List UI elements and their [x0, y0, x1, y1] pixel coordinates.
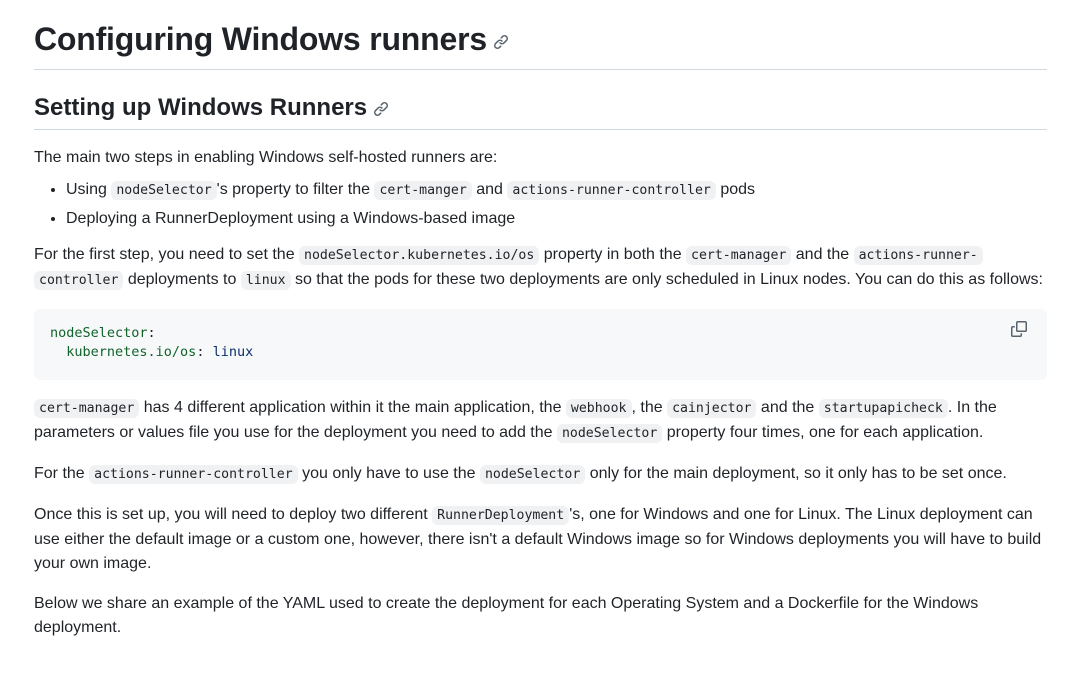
yaml-punct: : [147, 325, 156, 341]
page-title: Configuring Windows runners [34, 0, 1047, 70]
inline-code: nodeSelector [479, 465, 586, 484]
inline-code: nodeSelector [111, 181, 217, 200]
inline-code: startupapicheck [818, 399, 948, 418]
yaml-key: kubernetes.io/os [66, 344, 197, 360]
paragraph: For the first step, you need to set the … [34, 243, 1047, 293]
text: , the [631, 399, 668, 416]
text: you only have to use the [297, 465, 480, 482]
yaml-punct: : [196, 344, 213, 360]
inline-code: RunnerDeployment [432, 506, 570, 525]
text: only for the main deployment, so it only… [585, 465, 1007, 482]
text: and the [791, 246, 854, 263]
text: 's property to filter the [216, 181, 375, 198]
inline-code: actions-runner-controller [89, 465, 298, 484]
inline-code: actions-runner- [853, 246, 983, 265]
text: Once this is set up, you will need to de… [34, 506, 433, 523]
intro-paragraph: The main two steps in enabling Windows s… [34, 149, 498, 166]
list-item: Deploying a RunnerDeployment using a Win… [66, 207, 1047, 231]
text: pods [715, 181, 756, 198]
yaml-indent [50, 344, 66, 360]
section-heading-text: Setting up Windows Runners [34, 94, 368, 121]
paragraph: cert-manager has 4 different application… [34, 396, 1047, 446]
paragraph: Below we share an example of the YAML us… [34, 595, 979, 636]
paragraph: For the actions-runner-controller you on… [34, 462, 1047, 487]
inline-code: nodeSelector.kubernetes.io/os [299, 246, 540, 265]
text: and [471, 181, 508, 198]
text: and the [756, 399, 819, 416]
text: property in both the [539, 246, 687, 263]
text: has 4 different application within it th… [139, 399, 566, 416]
text: property four times, one for each applic… [662, 424, 984, 441]
inline-code: actions-runner-controller [507, 181, 716, 200]
text: Using [66, 181, 112, 198]
inline-code: cert-manger [374, 181, 472, 200]
inline-code: cert-manager [686, 246, 792, 265]
inline-code: linux [240, 271, 291, 290]
code-block: nodeSelector: kubernetes.io/os: linux [34, 309, 1047, 380]
copy-button[interactable] [1011, 321, 1031, 341]
yaml-value: linux [212, 344, 254, 360]
text: deployments to [123, 271, 241, 288]
text: so that the pods for these two deploymen… [290, 271, 1043, 288]
section-heading: Setting up Windows Runners [34, 93, 1047, 130]
copy-icon [1011, 321, 1027, 337]
steps-list: Using nodeSelector's property to filter … [34, 178, 1047, 231]
page-title-text: Configuring Windows runners [34, 21, 487, 57]
inline-code: cainjector [667, 399, 757, 418]
text: For the first step, you need to set the [34, 246, 300, 263]
inline-code: controller [34, 271, 124, 290]
yaml-key: nodeSelector [50, 325, 148, 341]
link-icon[interactable] [373, 101, 389, 117]
link-icon[interactable] [493, 34, 509, 50]
code-content: nodeSelector: kubernetes.io/os: linux [50, 324, 1031, 362]
document: Configuring Windows runners Setting up W… [0, 0, 1081, 640]
inline-code: cert-manager [34, 399, 140, 418]
inline-code: nodeSelector [556, 424, 663, 443]
paragraph: Once this is set up, you will need to de… [34, 503, 1047, 576]
inline-code: webhook [565, 399, 632, 418]
list-item: Using nodeSelector's property to filter … [66, 178, 1047, 203]
text: For the [34, 465, 90, 482]
